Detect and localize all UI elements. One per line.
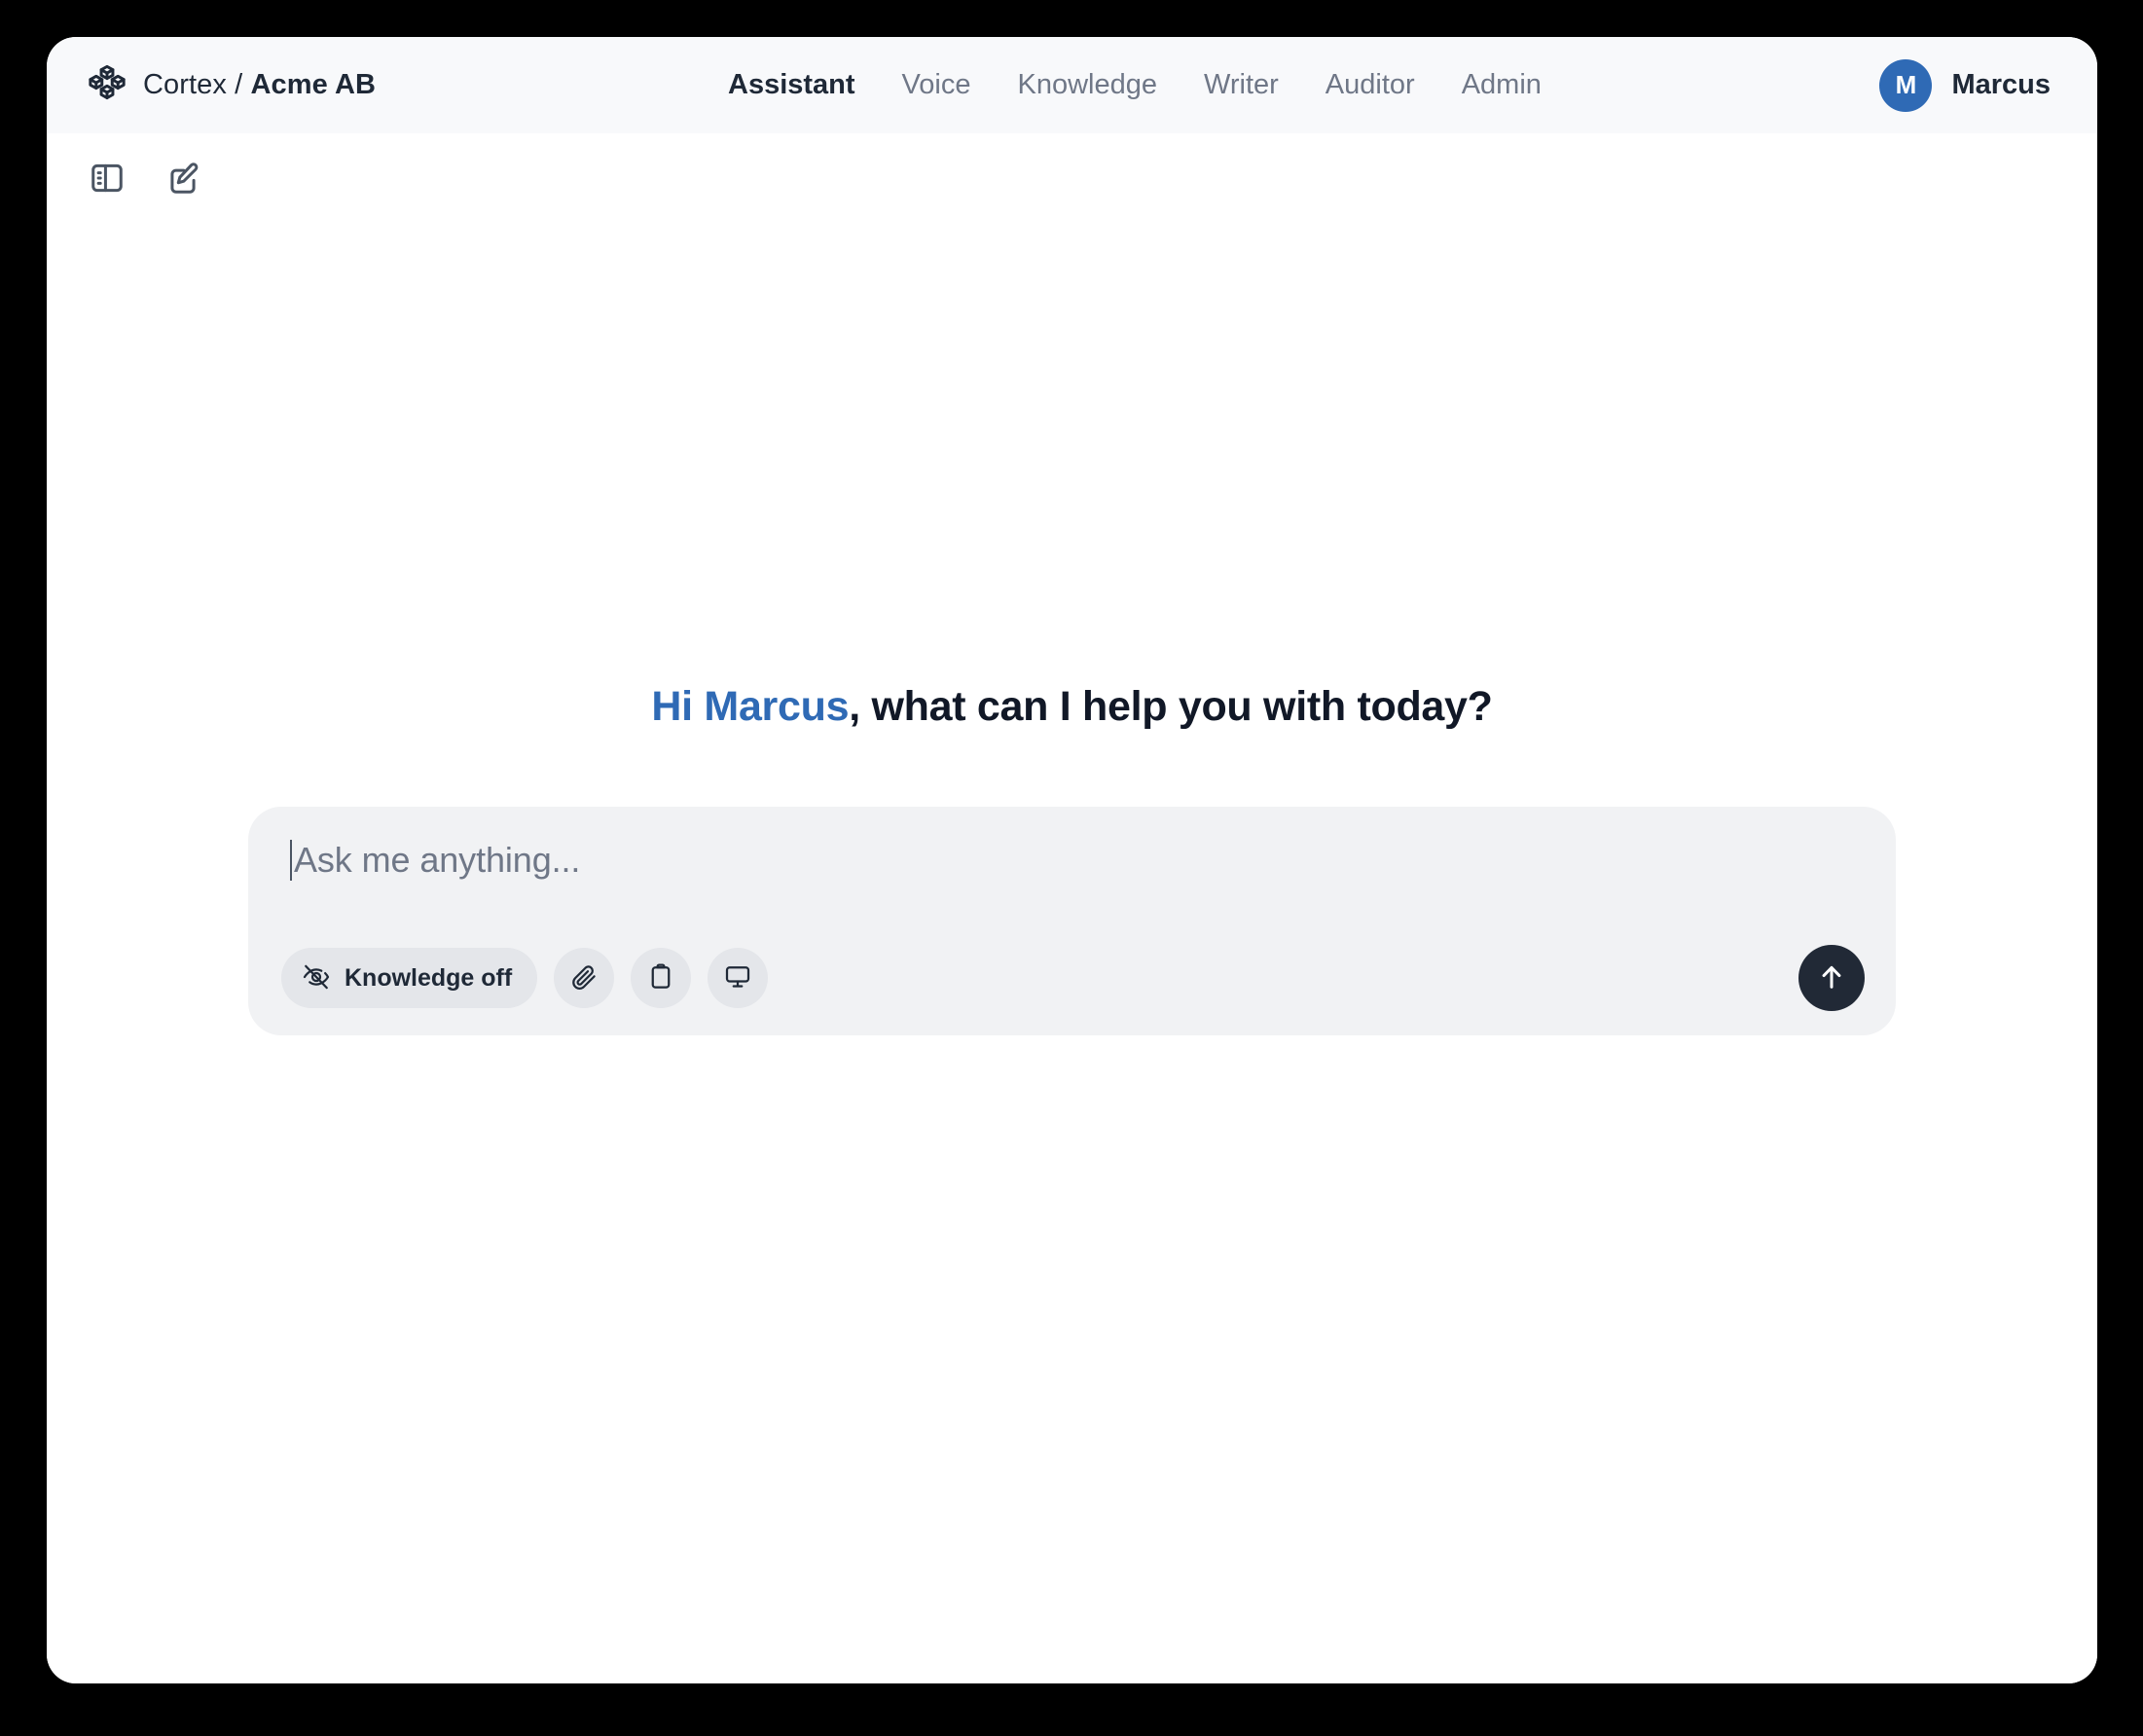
text-caret [290,840,292,882]
avatar: M [1879,58,1933,112]
brand-product: Cortex [143,69,228,100]
chat-input[interactable]: Ask me anything... [290,840,581,882]
attach-file-button[interactable] [554,948,615,1009]
brand-separator: / [227,69,251,100]
brand[interactable]: Cortex / Acme AB [87,37,376,133]
knowledge-toggle-label: Knowledge off [345,963,513,992]
sidebar-toggle-button[interactable] [84,156,130,202]
arrow-up-icon [1815,960,1848,996]
knowledge-toggle-button[interactable]: Knowledge off [281,948,538,1009]
main-nav: Assistant Voice Knowledge Writer Auditor… [728,37,1542,133]
app-window: Cortex / Acme AB Assistant Voice Knowled… [47,37,2097,1683]
center-stack: Hi Marcus, what can I help you with toda… [47,683,2097,1036]
top-bar: Cortex / Acme AB Assistant Voice Knowled… [47,37,2097,133]
body-area: Hi Marcus, what can I help you with toda… [47,133,2097,1683]
clipboard-icon [646,962,675,995]
composer-actions: Knowledge off [281,948,769,1009]
share-screen-button[interactable] [708,948,769,1009]
nav-item-voice[interactable]: Voice [902,71,971,99]
monitor-icon [723,962,752,995]
user-name: Marcus [1951,69,2051,100]
nav-item-admin[interactable]: Admin [1462,71,1542,99]
clipboard-button[interactable] [631,948,692,1009]
nav-item-writer[interactable]: Writer [1204,71,1279,99]
nav-item-assistant[interactable]: Assistant [728,71,855,99]
paperclip-icon [569,962,599,995]
user-menu[interactable]: M Marcus [1879,37,2051,133]
new-chat-button[interactable] [160,156,206,202]
sidebar-toggle-icon [89,160,126,199]
brand-text: Cortex / Acme AB [143,69,376,101]
boxes-logo-icon [87,62,127,108]
brand-workspace: Acme AB [250,69,377,100]
greeting-highlight: Hi Marcus [651,683,850,730]
send-button[interactable] [1798,945,1865,1012]
page-title: Hi Marcus, what can I help you with toda… [47,683,2097,731]
left-toolbar [84,156,206,202]
compose-edit-icon [164,160,201,199]
chat-input-placeholder: Ask me anything... [294,840,581,881]
eye-off-icon [302,962,331,995]
greeting-rest: , what can I help you with today? [849,683,1493,730]
nav-item-knowledge[interactable]: Knowledge [1018,71,1158,99]
nav-item-auditor[interactable]: Auditor [1326,71,1415,99]
composer[interactable]: Ask me anything... Knowledge off [248,807,1896,1036]
